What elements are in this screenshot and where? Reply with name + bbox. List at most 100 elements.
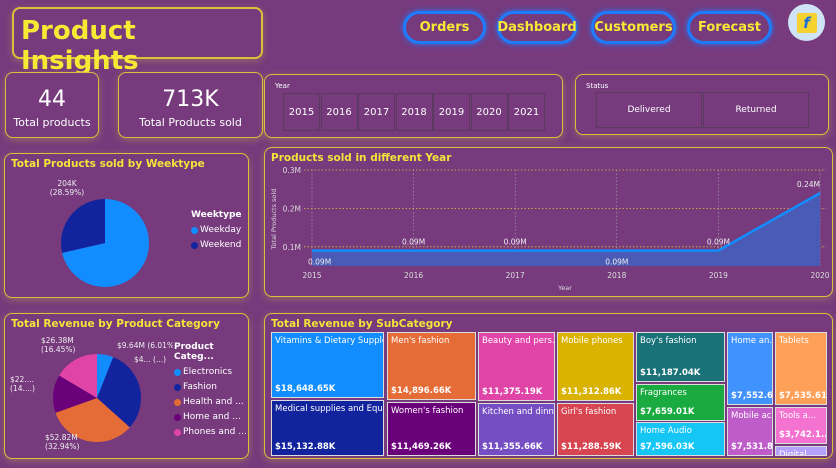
treemap-cell-name: Mobile phones <box>561 336 623 346</box>
legend-dot-icon <box>191 226 198 234</box>
x-tick-label: 2018 <box>607 271 626 280</box>
legend-dot-icon <box>174 398 181 406</box>
treemap-cell[interactable]: Medical supplies and Equi... $15,132.88K <box>271 400 384 456</box>
treemap-cell[interactable]: Fragrances $7,659.01K <box>636 384 725 421</box>
weektype-pie-card: Total Products sold by Weektype 509K (71… <box>4 153 249 298</box>
y-tick-label: 0.2M <box>283 204 301 213</box>
nav-forecast-button[interactable]: Forecast <box>687 11 772 44</box>
kpi-label: Total products <box>13 116 91 129</box>
treemap-cell-name: Digital ... <box>779 450 818 456</box>
x-axis-title: Year <box>557 284 572 292</box>
data-label: $52.82M (32.94%) <box>45 433 80 451</box>
shopping-bag-logo-icon[interactable]: f <box>788 4 825 41</box>
kpi-value: 44 <box>38 87 66 112</box>
page-title: Product Insights <box>21 16 139 76</box>
treemap-cell-name: Kitchen and dinn... <box>482 407 555 417</box>
legend-label: Phones and ... <box>183 427 247 437</box>
legend-item[interactable]: Electronics <box>174 367 248 377</box>
treemap-cell-value: $7,596.03K <box>640 442 695 452</box>
year-option-2015[interactable]: 2015 <box>283 93 320 131</box>
data-label: 0.24M <box>797 180 820 189</box>
category-pie-card: Total Revenue by Product Category $9.64M… <box>4 313 249 459</box>
legend-dot-icon <box>174 413 181 421</box>
weektype-pie: 509K (71.41%)204K(28.59%) <box>50 179 149 287</box>
legend-label: Home and ... <box>183 412 241 422</box>
yearly-sales-card: Products sold in different Year 0.1M 0.2M… <box>264 147 833 297</box>
y-tick-label: 0.3M <box>283 166 301 175</box>
year-option-2018[interactable]: 2018 <box>395 93 433 131</box>
legend-label: Weekday <box>200 225 242 235</box>
legend-label: Weekend <box>200 240 242 250</box>
legend-title: Product Categ... <box>174 342 214 362</box>
legend-item[interactable]: Fashion <box>174 382 248 392</box>
treemap-cell[interactable]: Tablets $7,535.61K <box>775 332 827 405</box>
legend-dot-icon <box>191 241 198 249</box>
treemap-cell-name: Tablets <box>779 336 809 346</box>
treemap-cell[interactable]: Beauty and pers... $11,375.19K <box>478 332 555 401</box>
legend-label: Fashion <box>183 382 217 392</box>
year-option-2017[interactable]: 2017 <box>358 93 395 131</box>
chart-title: Total Products sold by Weektype <box>11 158 205 170</box>
treemap-cell[interactable]: Girl's fashion $11,288.59K <box>557 403 634 456</box>
nav-customers-button[interactable]: Customers <box>591 11 676 44</box>
title-banner: Product Insights <box>12 7 263 76</box>
treemap-cell[interactable]: Kitchen and dinn... $11,355.66K <box>478 403 555 456</box>
treemap-cell-name: Girl's fashion <box>561 407 617 417</box>
data-label: $4... (...) <box>134 355 166 364</box>
legend-dot-icon <box>174 428 181 436</box>
legend-item[interactable]: Weekday <box>191 225 242 235</box>
year-slicer: Year 2015 2016 2017 2018 2019 2020 2021 <box>264 74 563 138</box>
data-label: $9.64M (6.01%) <box>117 341 173 350</box>
status-slicer-label: Status <box>586 82 609 90</box>
y-axis-title: Total Products sold <box>270 189 278 251</box>
y-tick-label: 0.1M <box>283 243 301 252</box>
treemap-cell-value: $14,896.66K <box>391 386 452 396</box>
treemap-cell[interactable]: Digital ... <box>775 446 827 456</box>
year-option-2021[interactable]: 2021 <box>508 93 545 131</box>
area-fill <box>312 193 820 266</box>
subcategory-treemap-card: Total Revenue by SubCategory Vitamins & … <box>264 313 833 459</box>
legend-label: Health and ... <box>183 397 244 407</box>
treemap-cell-name: Fragrances <box>640 388 687 398</box>
status-delivered[interactable]: Delivered <box>596 92 702 128</box>
treemap-cell-value: $11,375.19K <box>482 387 543 397</box>
treemap-cell[interactable]: Mobile acc... $7,531.86K <box>727 407 773 456</box>
treemap-cell[interactable]: Men's fashion $14,896.66K <box>387 332 476 400</box>
legend-title: Weektype <box>191 210 242 220</box>
x-tick-label: 2020 <box>810 271 829 280</box>
treemap-cell[interactable]: Home an... $7,552.6K <box>727 332 773 405</box>
year-slicer-label: Year <box>275 82 290 90</box>
legend-item[interactable]: Health and ... <box>174 397 248 407</box>
treemap-cell[interactable]: Boy's fashion $11,187.04K <box>636 332 725 382</box>
year-option-2020[interactable]: 2020 <box>470 93 508 131</box>
treemap-cell-value: $11,469.26K <box>391 442 452 452</box>
kpi-total-products: 44 Total products <box>5 72 99 138</box>
treemap-cell-name: Home an... <box>731 336 773 346</box>
status-returned[interactable]: Returned <box>703 92 809 128</box>
treemap-cell[interactable]: Mobile phones $11,312.86K <box>557 332 634 401</box>
legend-item[interactable]: Home and ... <box>174 412 248 422</box>
data-label: $22.... (14....) <box>10 375 35 393</box>
legend-dot-icon <box>174 383 181 391</box>
kpi-total-products-sold: 713K Total Products sold <box>118 72 263 138</box>
treemap-cell[interactable]: Home Audio $7,596.03K <box>636 422 725 456</box>
nav-orders-button[interactable]: Orders <box>403 11 486 44</box>
treemap-cell[interactable]: Tools a... $3,742.1... <box>775 407 827 444</box>
data-label: $26.38M (16.45%) <box>41 336 76 354</box>
yearly-area-chart: 0.1M 0.2M 0.3M 2015 2016 2017 2018 2019 2020 0.09… <box>270 166 830 292</box>
data-label: 0.09M <box>402 238 425 247</box>
legend-item[interactable]: Weekend <box>191 240 242 250</box>
nav-dashboard-button[interactable]: Dashboard <box>497 11 577 44</box>
treemap-cell-value: $7,531.86K <box>731 442 773 452</box>
chart-title: Total Revenue by SubCategory <box>271 318 453 330</box>
treemap-cell[interactable]: Women's fashion $11,469.26K <box>387 402 476 456</box>
year-option-2019[interactable]: 2019 <box>433 93 470 131</box>
treemap-cell[interactable]: Vitamins & Dietary Supple... $18,648.65K <box>271 332 384 398</box>
data-label: 0.09M <box>308 258 331 267</box>
treemap-cell-value: $11,355.66K <box>482 442 543 452</box>
data-label: 204K (28.59%) <box>50 179 85 197</box>
year-option-2016[interactable]: 2016 <box>320 93 358 131</box>
legend-item[interactable]: Phones and ... <box>174 427 248 437</box>
x-tick-label: 2016 <box>404 271 423 280</box>
x-tick-label: 2017 <box>506 271 525 280</box>
